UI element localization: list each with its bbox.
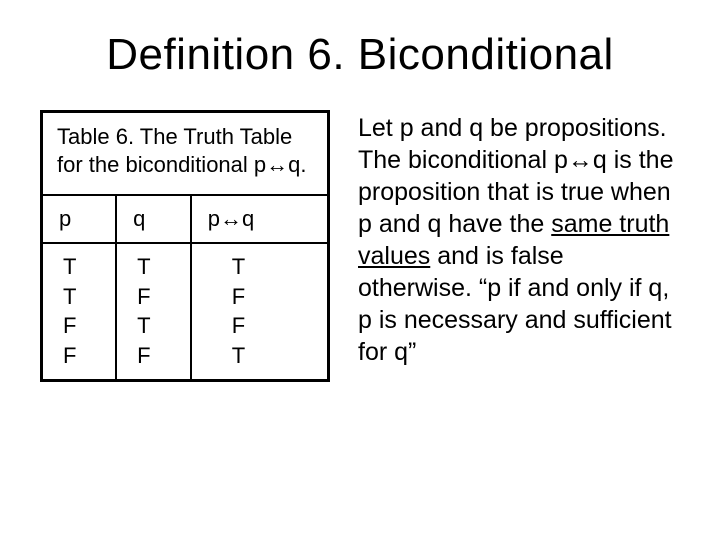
header-pq: p↔q <box>191 195 329 243</box>
header-p: p <box>42 195 117 243</box>
content-row: Table 6. The Truth Table for the bicondi… <box>40 110 680 382</box>
truth-table: Table 6. The Truth Table for the bicondi… <box>40 110 330 382</box>
val: T <box>137 252 184 282</box>
cell-q: T F T F <box>116 243 191 380</box>
table-caption: Table 6. The Truth Table for the bicondi… <box>42 112 329 196</box>
val: F <box>63 341 109 371</box>
caption-text-post: q. <box>288 152 306 177</box>
val: T <box>232 252 321 282</box>
val: T <box>63 282 109 312</box>
header-q: q <box>116 195 191 243</box>
truth-table-wrapper: Table 6. The Truth Table for the bicondi… <box>40 110 330 382</box>
table-data-row: T T F F T F T F T F F T <box>42 243 329 380</box>
cell-p: T T F F <box>42 243 117 380</box>
val: T <box>232 341 321 371</box>
table-header-row: p q p↔q <box>42 195 329 243</box>
val: F <box>137 341 184 371</box>
caption-text-pre: Table 6. The Truth Table for the bicondi… <box>57 124 292 177</box>
header-pq-post: q <box>242 206 254 231</box>
page-title: Definition 6. Biconditional <box>40 30 680 80</box>
definition-text: Let p and q be propositions. The bicondi… <box>358 110 680 368</box>
biconditional-arrow-icon: ↔ <box>266 152 288 177</box>
val: F <box>137 282 184 312</box>
cell-pq: T F F T <box>191 243 329 380</box>
val: F <box>232 282 321 312</box>
header-pq-pre: p <box>208 206 220 231</box>
val: F <box>232 311 321 341</box>
val: T <box>137 311 184 341</box>
biconditional-arrow-icon: ↔ <box>568 146 593 174</box>
table-caption-row: Table 6. The Truth Table for the bicondi… <box>42 112 329 196</box>
biconditional-arrow-icon: ↔ <box>220 206 242 231</box>
val: T <box>63 252 109 282</box>
val: F <box>63 311 109 341</box>
slide: Definition 6. Biconditional Table 6. The… <box>0 0 720 540</box>
